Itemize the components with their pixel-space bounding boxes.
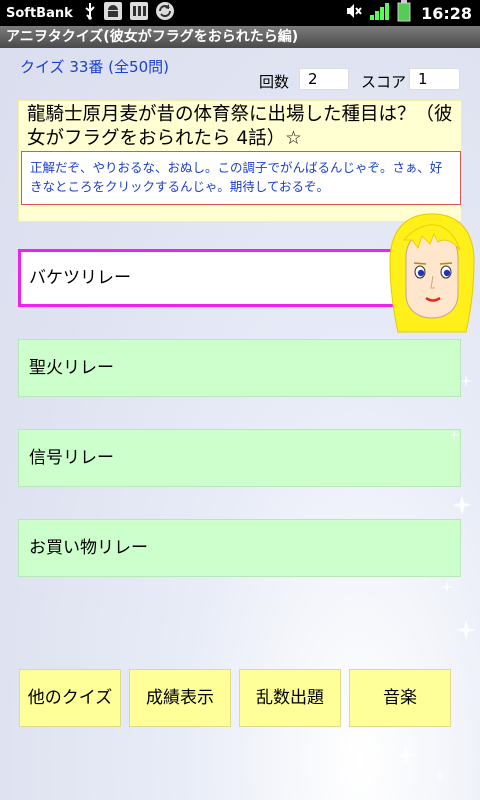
count-field: 2 — [299, 68, 349, 90]
quiz-number-label: クイズ 33番 (全50問) — [20, 58, 169, 76]
comment-box: 正解だぞ、やりおるな、おぬし。この調子でがんばるんじゃぞ。さぁ、好きなところをク… — [21, 151, 461, 205]
score-label: スコア — [361, 73, 407, 91]
question-text: 龍騎士原月麦が昔の体育祭に出場した種目は？（彼女がフラグをおられたら 4話）☆ — [27, 104, 453, 149]
choice-button-2[interactable]: 聖火リレー — [18, 339, 461, 397]
mute-icon — [345, 2, 363, 24]
music-button[interactable]: 音楽 — [349, 669, 451, 727]
character-avatar — [384, 210, 480, 336]
other-quiz-button[interactable]: 他のクイズ — [19, 669, 121, 727]
question-panel: 龍騎士原月麦が昔の体育祭に出場した種目は？（彼女がフラグをおられたら 4話）☆ … — [18, 100, 462, 222]
choice-button-4[interactable]: お買い物リレー — [18, 519, 461, 577]
clock: 16:28 — [421, 3, 472, 23]
carrier-label: SoftBank — [6, 5, 73, 21]
app-title-bar: アニヲタクイズ(彼女がフラグをおられたら編) — [0, 26, 480, 48]
signal-icon — [369, 1, 391, 25]
count-label: 回数 — [259, 73, 290, 91]
storage-icon — [129, 1, 149, 25]
score-field: 1 — [409, 68, 460, 90]
show-results-button[interactable]: 成績表示 — [129, 669, 231, 727]
sync-icon — [155, 1, 175, 25]
usb-icon — [83, 2, 97, 24]
battery-icon — [397, 0, 411, 26]
status-bar: SoftBank 16:28 — [0, 0, 480, 26]
choice-button-3[interactable]: 信号リレー — [18, 429, 461, 487]
random-question-button[interactable]: 乱数出題 — [239, 669, 341, 727]
android-debug-icon — [103, 1, 123, 25]
